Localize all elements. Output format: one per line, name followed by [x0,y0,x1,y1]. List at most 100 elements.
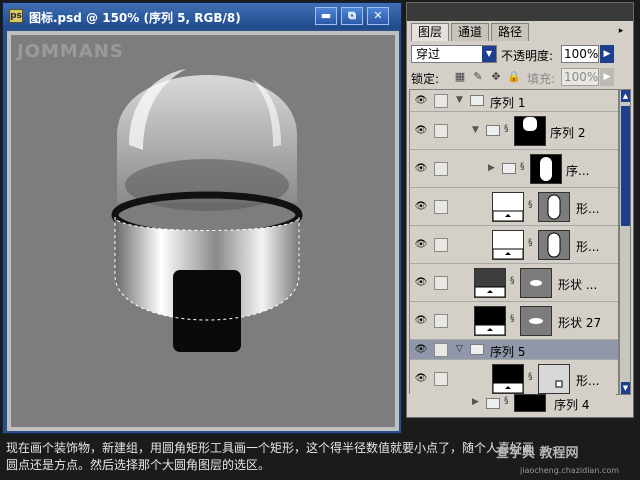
layer-name: 形状 27 [558,316,602,330]
mask-thumbnail[interactable] [514,116,546,146]
vector-mask-thumbnail[interactable] [538,192,570,222]
link-toggle[interactable] [434,162,448,176]
layer-thumbnail[interactable] [474,268,506,298]
chevron-right-icon[interactable]: ▶ [472,397,479,407]
chain-link-icon: § [504,396,509,406]
blend-mode-select[interactable]: 穿过 ▼ [411,45,497,63]
eye-icon[interactable]: 👁 [412,312,430,330]
layer-name: 序... [566,164,590,178]
eye-icon[interactable]: 👁 [412,122,430,140]
layer-options-row: 穿过 ▼ 不透明度: 100% ▶ [409,43,631,65]
blend-mode-value: 穿过 [416,47,441,61]
layer-thumbnail[interactable] [492,364,524,394]
layer-row-shape-4[interactable]: 👁 § 形... [410,360,618,394]
lock-all-icon[interactable]: 🔒 [507,70,521,84]
eye-icon[interactable]: 👁 [412,341,430,359]
eye-icon[interactable]: 👁 [412,198,430,216]
chevron-down-icon: ▼ [482,46,496,62]
link-toggle[interactable] [434,238,448,252]
eye-icon[interactable]: 👁 [412,160,430,178]
layer-row-group-2[interactable]: 👁 ▼ § 序列 2 [410,112,618,150]
scroll-thumb[interactable] [621,106,630,226]
folder-icon [470,95,484,106]
chevron-right-icon[interactable]: ▶ [488,163,495,173]
link-toggle[interactable] [434,124,448,138]
vector-mask-thumbnail[interactable] [520,268,552,298]
layer-name: 序列 4 [554,398,590,412]
layers-list: 👁 ▼ 序列 1 👁 ▼ § 序列 2 👁 ▶ § 序... 👁 § 形... … [409,89,619,395]
opacity-slider-icon[interactable]: ▶ [600,45,614,63]
eye-icon[interactable]: 👁 [412,92,430,110]
layer-row-group-4[interactable]: ▶ § 序列 4 [408,394,616,412]
close-button[interactable]: ✕ [367,7,389,25]
link-toggle[interactable] [434,94,448,108]
chevron-down-icon[interactable]: ▽ [456,344,463,354]
site-url: jiaocheng.chazidian.com [520,466,620,475]
link-toggle[interactable] [434,276,448,290]
layer-row-shape-27[interactable]: 👁 § 形状 27 [410,302,618,340]
link-toggle[interactable] [434,343,448,357]
document-title-bar[interactable]: ps 图标.psd @ 150% (序列 5, RGB/8) ▬ ⧉ ✕ [3,3,401,29]
layers-scrollbar[interactable]: ▲ ▼ [619,89,631,395]
layer-name: 序列 1 [490,96,526,110]
layer-thumbnail[interactable] [474,306,506,336]
link-toggle[interactable] [434,314,448,328]
chevron-down-icon[interactable]: ▼ [456,95,463,105]
layer-thumbnail[interactable] [492,192,524,222]
folder-icon [502,163,516,174]
layer-row-shape-3[interactable]: 👁 § 形状 ... [410,264,618,302]
layer-name: 形... [576,202,600,216]
restore-button[interactable]: ⧉ [341,7,363,25]
mask-thumbnail[interactable] [530,154,562,184]
document-title: 图标.psd @ 150% (序列 5, RGB/8) [29,11,241,25]
vector-mask-thumbnail[interactable] [520,306,552,336]
site-logo: 查字典 教程网 [496,446,579,461]
fill-slider-icon[interactable]: ▶ [600,68,614,86]
tab-channels[interactable]: 通道 [451,23,490,41]
chain-link-icon: § [504,124,509,134]
fill-input[interactable]: 100% [561,68,599,86]
panel-title-strip[interactable] [407,3,633,21]
chain-link-icon: § [510,314,515,324]
lock-label: 锁定: [411,72,440,86]
scroll-down-icon[interactable]: ▼ [621,382,630,394]
eye-icon[interactable]: 👁 [412,274,430,292]
vector-mask-thumbnail[interactable] [538,364,570,394]
panel-menu-icon[interactable]: ▸ [613,24,629,38]
link-toggle[interactable] [434,200,448,214]
scroll-up-icon[interactable]: ▲ [621,90,630,102]
photoshop-document-icon: ps [9,9,23,23]
fill-label: 填充: [527,72,556,86]
rounded-rect-shape [173,270,241,352]
layer-row-shape-1[interactable]: 👁 § 形... [410,188,618,226]
layer-row-group-3[interactable]: 👁 ▶ § 序... [410,150,618,188]
canvas[interactable]: JOMMANS [11,35,395,427]
minimize-button[interactable]: ▬ [315,7,337,25]
chain-link-icon: § [520,162,525,172]
lock-position-icon[interactable]: ✥ [489,70,503,84]
chevron-down-icon[interactable]: ▼ [472,125,479,135]
layer-row-group-1[interactable]: 👁 ▼ 序列 1 [410,90,618,112]
layer-row-shape-2[interactable]: 👁 § 形... [410,226,618,264]
link-toggle[interactable] [434,372,448,386]
lock-pixels-icon[interactable]: ✎ [471,70,485,84]
chain-link-icon: § [510,276,515,286]
lock-transparency-icon[interactable]: ▦ [453,70,467,84]
layer-thumbnail[interactable] [492,230,524,260]
eye-icon[interactable]: 👁 [412,236,430,254]
layer-name: 形状 ... [558,278,598,292]
eye-icon[interactable]: 👁 [412,370,430,388]
mask-thumbnail[interactable] [514,394,546,412]
folder-icon [486,125,500,136]
dome-inner-shadow [125,159,289,211]
tab-layers[interactable]: 图层 [411,23,450,41]
tab-paths[interactable]: 路径 [491,23,530,41]
lock-row: 锁定: ▦ ✎ ✥ 🔒 填充: 100% ▶ [409,67,631,87]
layer-name: 序列 2 [550,126,586,140]
vector-mask-thumbnail[interactable] [538,230,570,260]
opacity-input[interactable]: 100% [561,45,599,63]
layer-name: 形... [576,374,600,388]
canvas-frame: JOMMANS [7,31,399,431]
layer-row-group-5[interactable]: 👁 ▽ 序列 5 [410,340,618,360]
screenshot-root: { "document": { "title": "图标.psd @ 150% … [0,0,640,480]
